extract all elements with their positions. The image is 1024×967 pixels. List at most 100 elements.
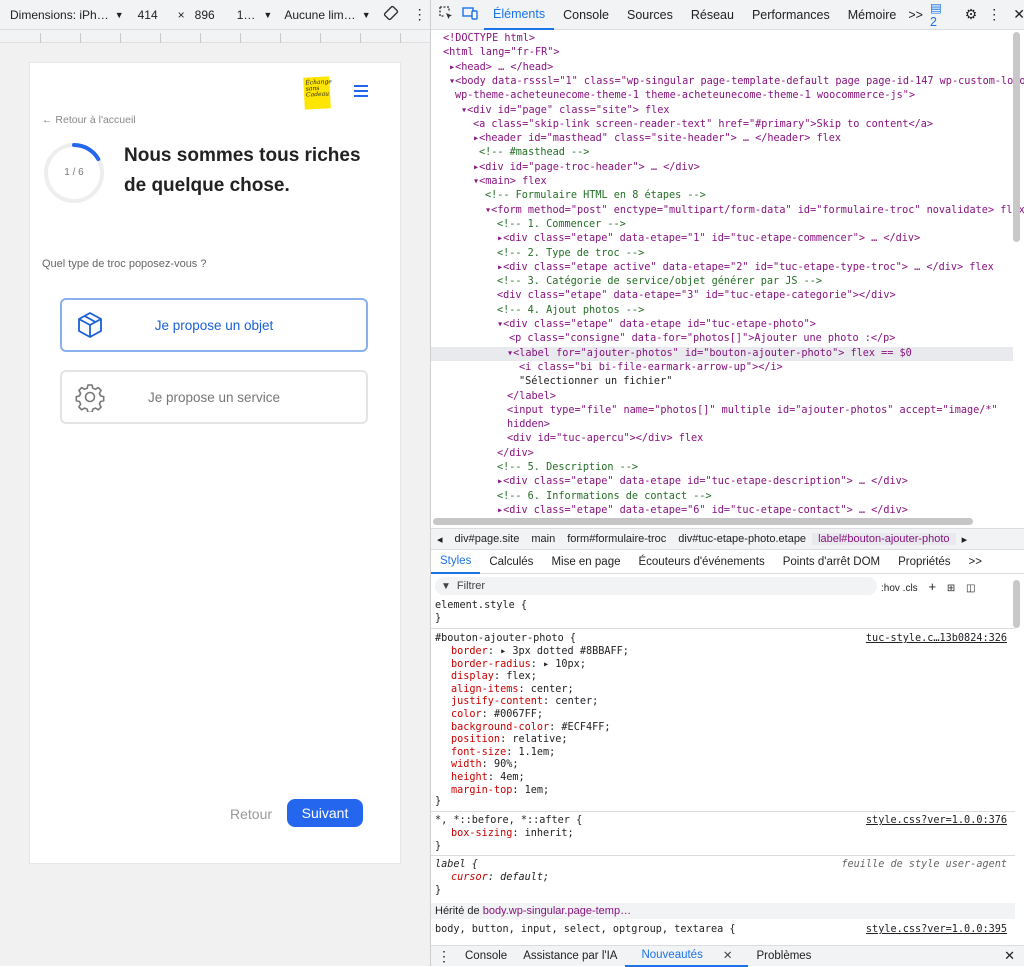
css-property[interactable]: box-sizing: inherit; <box>451 827 574 840</box>
css-property[interactable]: height: 4em; <box>451 771 525 784</box>
dom-node[interactable]: <!-- 3. Catégorie de service/objet génér… <box>431 275 1013 289</box>
color-picker-icon[interactable]: ⊞ <box>947 583 955 594</box>
dom-node[interactable]: <a class="skip-link screen-reader-text" … <box>431 118 1013 132</box>
dom-node[interactable]: ▾<form method="post" enctype="multipart/… <box>431 204 1024 218</box>
close-icon[interactable]: ✕ <box>1004 948 1015 964</box>
chevron-down-icon[interactable]: ▼ <box>115 10 124 20</box>
dom-node[interactable]: <!-- #masthead --> <box>431 146 1013 160</box>
dom-node[interactable]: <!-- 4. Ajout photos --> <box>431 304 1013 318</box>
tab-dom-breakpoints[interactable]: Points d'arrêt DOM <box>774 550 889 574</box>
css-property[interactable]: width: 90%; <box>451 758 519 771</box>
settings-icon[interactable]: ⚙ <box>965 6 978 23</box>
back-home-link[interactable]: ← Retour à l'accueil <box>42 114 136 126</box>
close-icon[interactable]: ✕ <box>1013 6 1024 23</box>
dom-node[interactable]: ▸<div class="etape active" data-etape="2… <box>431 261 1013 275</box>
hov-cls-toggle[interactable]: :hov .cls <box>881 583 918 594</box>
next-button[interactable]: Suivant <box>287 799 363 827</box>
dom-tree-scrollbar[interactable] <box>1013 32 1020 242</box>
css-property[interactable]: border-radius: ▸ 10px; <box>451 658 586 671</box>
dom-node[interactable]: ▸<header id="masthead" class="site-heade… <box>431 132 1013 146</box>
device-select[interactable]: Dimensions: iPh… <box>10 8 109 22</box>
styles-scrollbar[interactable] <box>1013 580 1020 628</box>
more-vert-icon[interactable]: ⋮ <box>413 6 427 23</box>
breadcrumb-item[interactable]: div#tuc-etape-photo.etape <box>672 533 812 545</box>
dom-node[interactable]: </label> <box>431 390 1013 404</box>
dom-node[interactable]: "Sélectionner un fichier" <box>431 375 1013 389</box>
tab-event-listeners[interactable]: Écouteurs d'événements <box>629 550 773 574</box>
dom-node[interactable]: <!-- 6. Informations de contact --> <box>431 490 1013 504</box>
dom-node[interactable]: ▸<head> … </head> <box>431 61 1013 75</box>
css-property[interactable]: color: #0067FF; <box>451 708 543 721</box>
tab-elements[interactable]: Éléments <box>484 0 555 30</box>
dom-node[interactable]: <!-- 2. Type de troc --> <box>431 247 1013 261</box>
throttle-select[interactable]: Aucune lim… <box>284 8 355 22</box>
issues-badge[interactable]: ▤ 2 <box>930 0 951 29</box>
tab-memory[interactable]: Mémoire <box>839 0 906 30</box>
chevron-down-icon[interactable]: ▼ <box>362 10 371 20</box>
inspect-icon[interactable] <box>438 5 454 24</box>
dom-node[interactable]: <!-- 5. Description --> <box>431 461 1013 475</box>
device-width-input[interactable]: 414 <box>138 8 158 22</box>
menu-icon[interactable] <box>354 85 368 97</box>
add-rule-icon[interactable]: + <box>928 579 936 594</box>
css-property[interactable]: align-items: center; <box>451 683 574 696</box>
dom-node[interactable]: </div> <box>431 447 1013 461</box>
dom-node[interactable]: <input type="file" name="photos[]" multi… <box>431 404 1013 418</box>
dom-node[interactable]: hidden> <box>431 418 1013 432</box>
tab-styles[interactable]: Styles <box>431 550 481 574</box>
dom-node[interactable]: ▸<div class="etape" data-etape="6" id="t… <box>431 504 1013 518</box>
dom-tree-hscrollbar[interactable] <box>433 518 973 525</box>
dom-node[interactable]: ▾<body data-rsssl="1" class="wp-singular… <box>431 75 1024 89</box>
tab-whats-new[interactable]: Nouveautés ✕ <box>625 946 749 967</box>
tab-issues[interactable]: Problèmes <box>748 950 819 962</box>
tab-performance[interactable]: Performances <box>743 0 839 30</box>
dom-node[interactable]: ▾<div class="etape" data-etape id="tuc-e… <box>431 318 1013 332</box>
close-icon[interactable]: ✕ <box>715 948 741 962</box>
dom-node[interactable]: <p class="consigne" data-for="photos[]">… <box>431 332 1013 346</box>
breadcrumb-scroll-left[interactable]: ◂ <box>431 533 449 546</box>
dom-node[interactable]: <div class="etape" data-etape="3" id="tu… <box>431 289 1013 303</box>
dom-node[interactable]: wp-theme-acheteunecome-theme-1 theme-ach… <box>431 89 1013 103</box>
css-property[interactable]: border: ▸ 3px dotted #8BBAFF; <box>451 645 629 658</box>
more-tabs-button[interactable]: >> <box>960 550 991 574</box>
more-vert-icon[interactable]: ⋮ <box>431 948 457 965</box>
zoom-select[interactable]: 1… <box>237 8 256 22</box>
dom-node[interactable]: ▾<div id="page" class="site"> flex <box>431 104 1013 118</box>
choice-object-button[interactable]: Je propose un objet <box>60 298 368 352</box>
css-property[interactable]: display: flex; <box>451 670 537 683</box>
rule-source-link[interactable]: tuc-style.c…13b0824:326 <box>866 632 1007 645</box>
dom-node[interactable]: <!-- Formulaire HTML en 8 étapes --> <box>431 189 1013 203</box>
dom-node[interactable]: <i class="bi bi-file-earmark-arrow-up"><… <box>431 361 1013 375</box>
more-tabs-button[interactable]: >> <box>905 0 926 30</box>
tab-sources[interactable]: Sources <box>618 0 682 30</box>
breadcrumb-item[interactable]: div#page.site <box>449 533 526 545</box>
dom-node[interactable]: ▸<div class="etape" data-etape id="tuc-e… <box>431 475 1013 489</box>
styles-filter-input[interactable]: ▼ Filtrer <box>435 577 877 595</box>
sidebar-toggle-icon[interactable]: ◫ <box>966 583 975 594</box>
tab-network[interactable]: Réseau <box>682 0 743 30</box>
tab-console[interactable]: Console <box>554 0 618 30</box>
tab-properties[interactable]: Propriétés <box>889 550 959 574</box>
more-vert-icon[interactable]: ⋮ <box>987 6 1001 23</box>
tab-ai-assistance[interactable]: Assistance par l'IA <box>515 950 625 962</box>
dom-node[interactable]: <!DOCTYPE html> <box>431 32 1013 46</box>
tab-computed[interactable]: Calculés <box>480 550 542 574</box>
breadcrumb-scroll-right[interactable]: ▸ <box>956 533 974 546</box>
css-property[interactable]: justify-content: center; <box>451 695 598 708</box>
breadcrumb-item[interactable]: main <box>525 533 561 545</box>
chevron-down-icon[interactable]: ▼ <box>263 10 272 20</box>
rule-source-link[interactable]: style.css?ver=1.0.0:395 <box>866 923 1007 936</box>
choice-service-button[interactable]: Je propose un service <box>60 370 368 424</box>
inherited-from-link[interactable]: body.wp-singular.page-temp… <box>483 905 631 917</box>
breadcrumb-item-current[interactable]: label#bouton-ajouter-photo <box>812 533 956 545</box>
dom-node[interactable]: <html lang="fr-FR"> <box>431 46 1013 60</box>
css-property[interactable]: font-size: 1.1em; <box>451 746 555 759</box>
tab-drawer-console[interactable]: Console <box>457 950 515 962</box>
dom-node[interactable]: ▸<div class="etape" data-etape="1" id="t… <box>431 232 1013 246</box>
dom-node[interactable]: <div id="tuc-apercu"></div> flex <box>431 432 1013 446</box>
css-property[interactable]: position: relative; <box>451 733 568 746</box>
device-height-input[interactable]: 896 <box>195 8 215 22</box>
dom-node[interactable]: ▸<div id="page-troc-header"> … </div> <box>431 161 1013 175</box>
back-button[interactable]: Retour <box>230 806 272 822</box>
device-toggle-icon[interactable] <box>462 5 478 24</box>
